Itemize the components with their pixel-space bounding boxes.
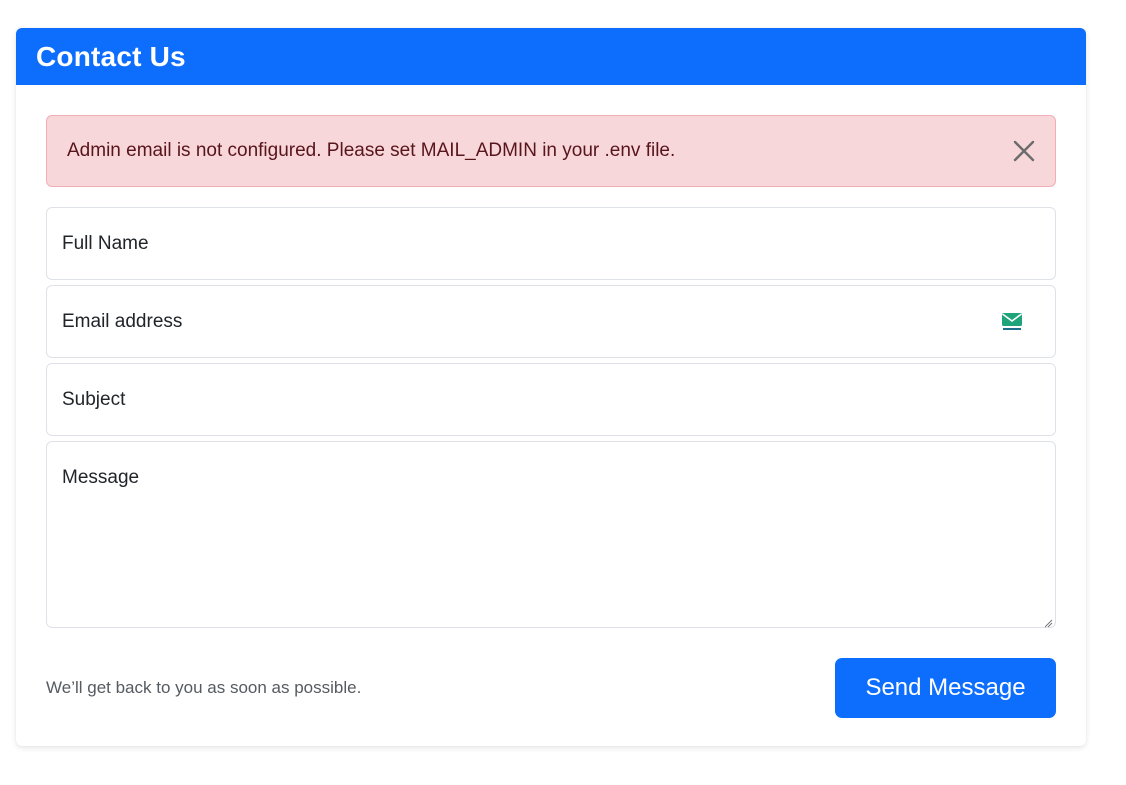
temp-mail-icon[interactable] <box>1001 312 1023 332</box>
send-message-button[interactable]: Send Message <box>835 658 1056 718</box>
help-text: We’ll get back to you as soon as possibl… <box>46 678 362 697</box>
full-name-label: Full Name <box>62 232 149 254</box>
page-title: Contact Us <box>36 40 186 72</box>
subject-field[interactable]: Subject <box>46 363 1056 436</box>
error-alert: Admin email is not configured. Please se… <box>46 115 1056 187</box>
email-label: Email address <box>62 310 183 332</box>
subject-label: Subject <box>62 388 126 410</box>
email-field[interactable]: Email address <box>46 285 1056 358</box>
card-header: Contact Us <box>16 28 1086 85</box>
alert-message: Admin email is not configured. Please se… <box>67 140 676 161</box>
resize-handle-icon[interactable] <box>1043 615 1053 628</box>
contact-card: Contact Us Admin email is not configured… <box>16 28 1086 746</box>
card-body: Admin email is not configured. Please se… <box>46 115 1056 718</box>
form-footer: We’ll get back to you as soon as possibl… <box>46 658 1056 718</box>
close-icon[interactable] <box>1011 138 1037 164</box>
message-label: Message <box>62 467 140 488</box>
message-field[interactable]: Message <box>46 441 1056 628</box>
full-name-field[interactable]: Full Name <box>46 207 1056 280</box>
